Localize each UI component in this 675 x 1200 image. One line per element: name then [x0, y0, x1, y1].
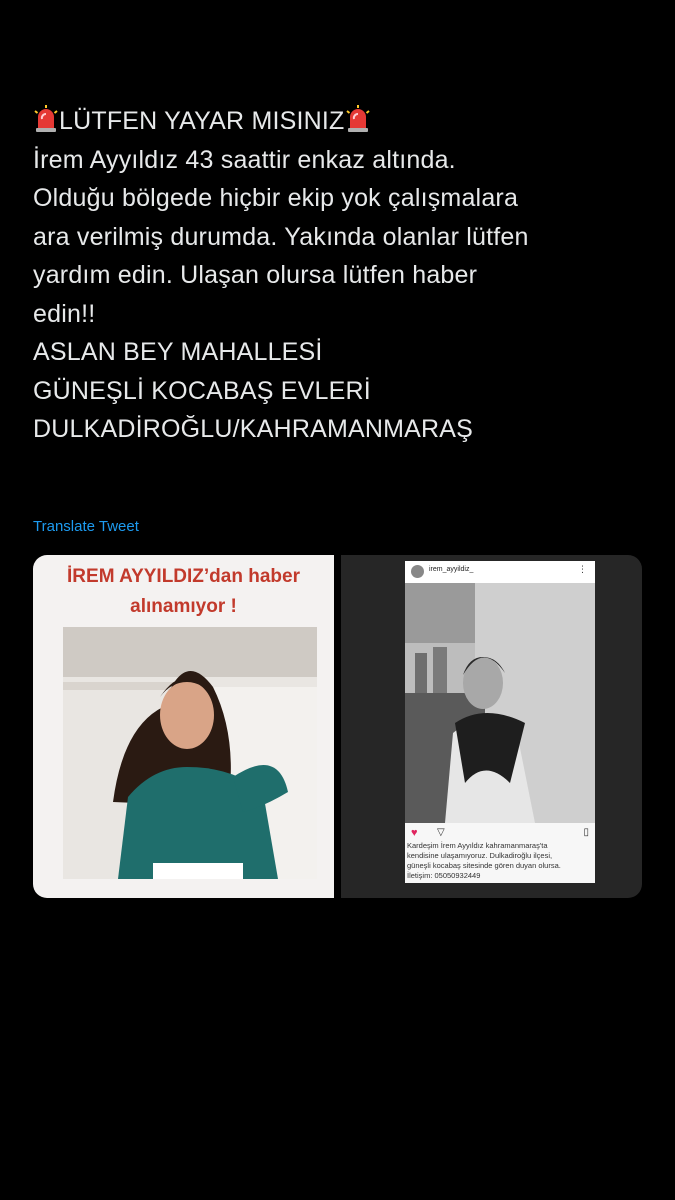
tweet-headline: LÜTFEN YAYAR MISINIZ [59, 107, 345, 135]
tweet-line-9: DULKADİROĞLU/KAHRAMANMARAŞ [33, 415, 474, 443]
caption-line: kendisine ulaşamıyoruz. Dulkadiroğlu ilç… [407, 851, 553, 860]
tweet-line-8: GÜNEŞLİ KOCABAŞ EVLERİ [33, 376, 371, 405]
tweet-line-4: ara verilmiş durumda. Yakında olanlar lü… [33, 222, 529, 251]
post-header: irem_ayyildiz_ ⋮ [405, 561, 595, 583]
tweet-line-3: Olduğu bölgede hiçbir ekip yok çalışmala… [33, 184, 519, 212]
more-options-icon: ⋮ [578, 564, 587, 574]
tweet-line-1: LÜTFEN YAYAR MISINIZ [33, 102, 653, 141]
tweet-text: LÜTFEN YAYAR MISINIZ İrem Ayyıldız 43 sa… [33, 102, 653, 449]
share-icon[interactable]: ▽ [437, 827, 445, 838]
missing-headline-line1: İREM AYYILDIZ’dan haber [67, 566, 300, 587]
like-icon[interactable]: ♥ [411, 827, 418, 839]
post-caption: Kardeşim İrem Ayyıldız kahramanmaraş'ta … [405, 841, 595, 881]
missing-headline-line2: alınamıyor ! [130, 596, 237, 617]
post-username: irem_ayyildiz_ [429, 566, 474, 573]
caption-line: İletişim: 05050932449 [407, 871, 481, 880]
tweet-line-2: İrem Ayyıldız 43 saattir enkaz altında. [33, 145, 456, 174]
translate-tweet-link[interactable]: Translate Tweet [33, 518, 139, 535]
media-image-right[interactable]: irem_ayyildiz_ ⋮ ♥ ▽ ▯ Kardeşim İrem Ayy… [341, 555, 642, 898]
tweet-line-5: yardım edin. Ulaşan olursa lütfen haber [33, 261, 478, 289]
tweet-media: İREM AYYILDIZ’dan haber alınamıyor ! ire… [33, 555, 642, 898]
media-image-left[interactable]: İREM AYYILDIZ’dan haber alınamıyor ! [33, 555, 334, 898]
tweet-line-6: edin!! [33, 299, 96, 328]
caption-line: güneşli kocabaş sitesinde gören duyan ol… [407, 861, 561, 870]
bookmark-icon[interactable]: ▯ [583, 827, 589, 838]
caption-line: Kardeşim İrem Ayyıldız kahramanmaraş'ta [407, 841, 548, 850]
avatar [411, 565, 424, 578]
police-siren-icon [345, 105, 370, 132]
police-siren-icon [34, 105, 58, 132]
post-actions: ♥ ▽ ▯ [411, 827, 589, 841]
tweet-line-7: ASLAN BEY MAHALLESİ [33, 338, 323, 366]
post-photo [405, 583, 595, 823]
portrait-photo [63, 627, 317, 879]
instagram-post: irem_ayyildiz_ ⋮ ♥ ▽ ▯ Kardeşim İrem Ayy… [405, 561, 595, 883]
